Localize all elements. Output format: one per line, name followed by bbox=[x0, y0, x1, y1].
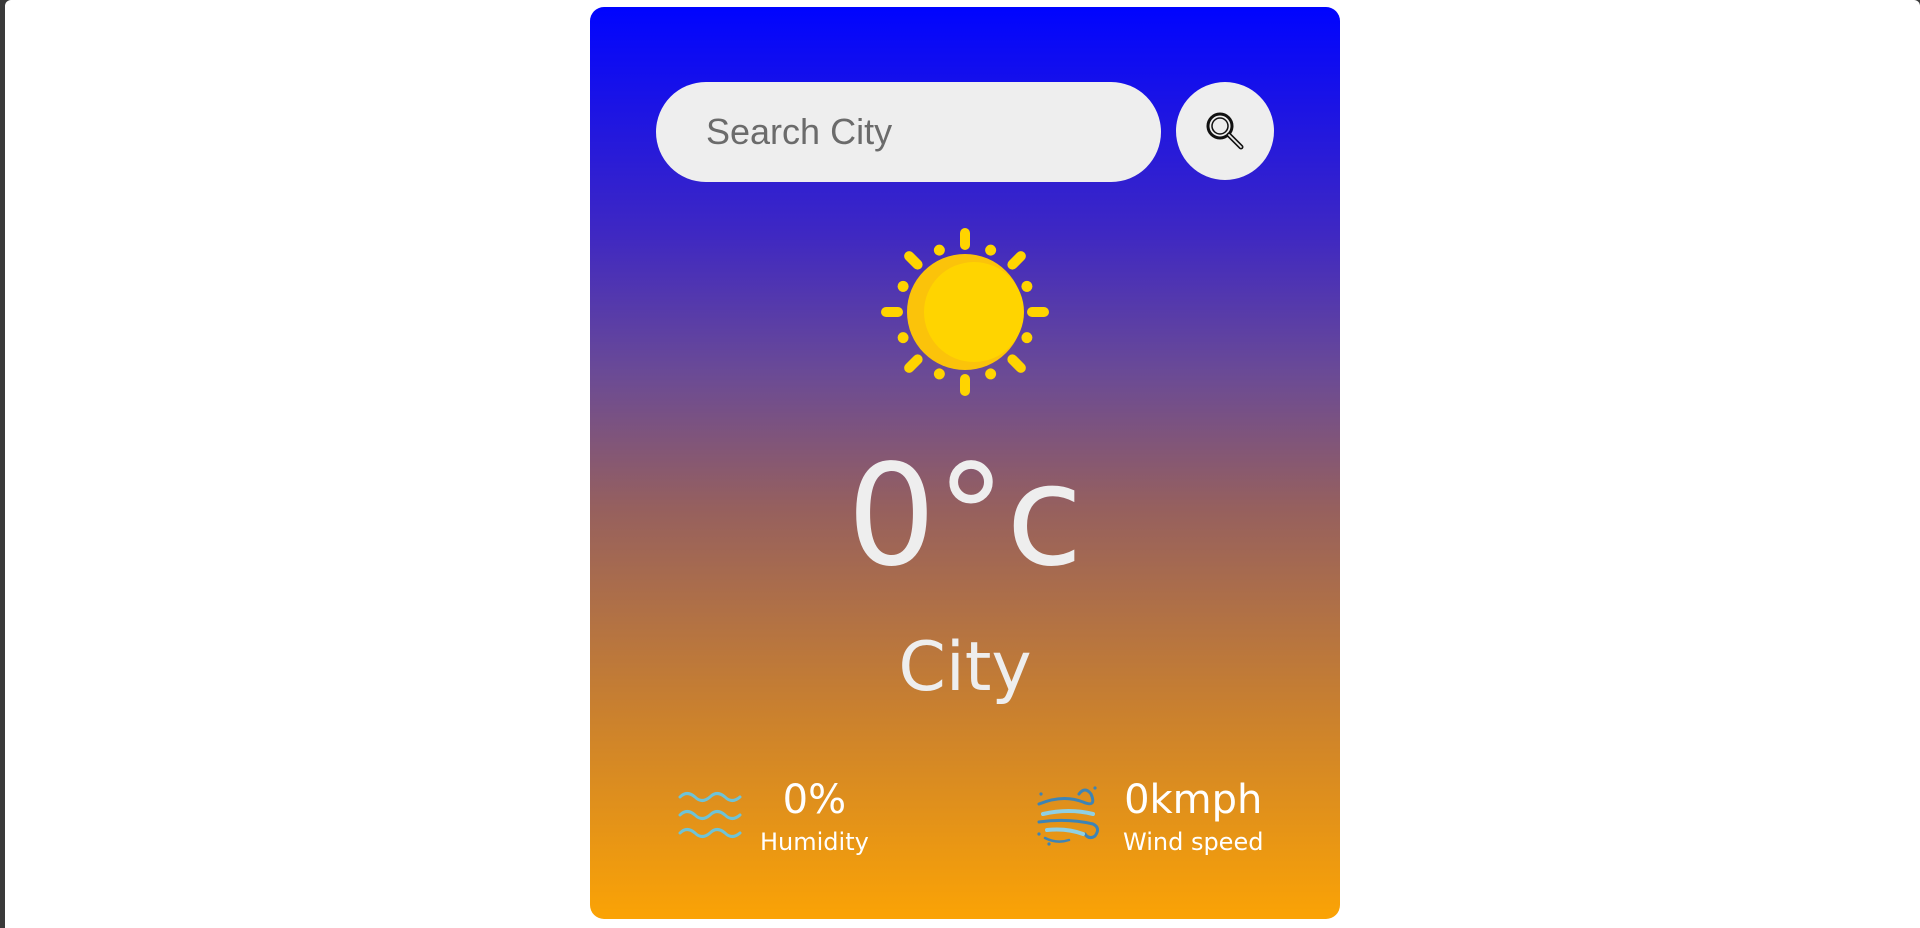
humidity-value: 0% bbox=[782, 777, 847, 823]
humidity-detail: 0% Humidity bbox=[678, 777, 869, 857]
sun-icon bbox=[881, 228, 1049, 396]
search-input[interactable] bbox=[656, 82, 1161, 182]
city-name: City bbox=[898, 628, 1032, 707]
page-background: 0°c City 0% Humidity bbox=[5, 0, 1920, 928]
search-icon bbox=[1206, 112, 1244, 150]
wind-speed-value: 0kmph bbox=[1124, 777, 1263, 823]
temperature-value: 0°c bbox=[846, 435, 1084, 598]
search-button[interactable] bbox=[1176, 82, 1274, 180]
humidity-label: Humidity bbox=[760, 828, 869, 856]
wind-icon bbox=[1037, 786, 1100, 846]
weather-card: 0°c City 0% Humidity bbox=[590, 7, 1340, 919]
wind-detail: 0kmph Wind speed bbox=[1035, 777, 1263, 857]
humidity-waves-icon bbox=[678, 792, 742, 838]
wind-speed-label: Wind speed bbox=[1123, 828, 1264, 856]
